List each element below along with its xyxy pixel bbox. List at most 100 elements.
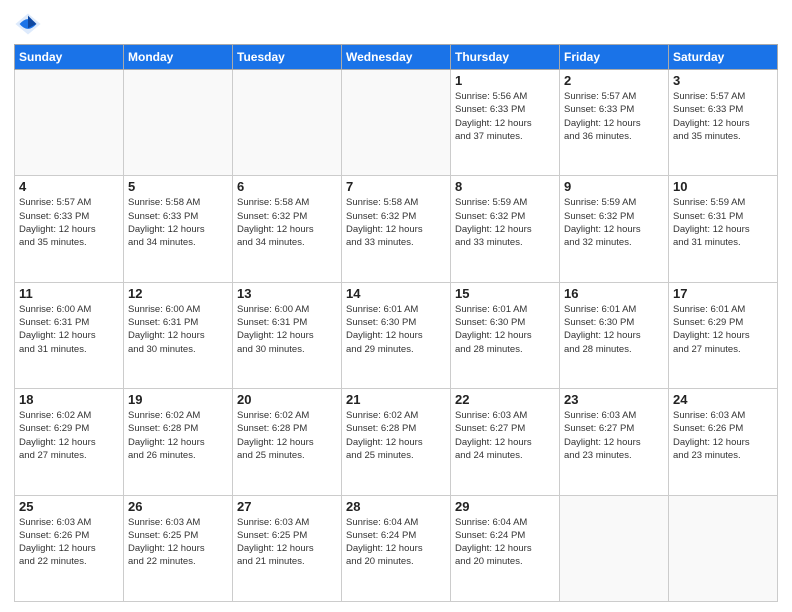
day-number: 16 [564,286,664,301]
calendar-cell: 14 Sunrise: 6:01 AM Sunset: 6:30 PM Dayli… [342,282,451,388]
weekday-header-sunday: Sunday [15,45,124,70]
calendar-cell: 26 Sunrise: 6:03 AM Sunset: 6:25 PM Dayli… [124,495,233,601]
calendar-cell [669,495,778,601]
day-info: Sunrise: 6:03 AM Sunset: 6:25 PM Dayligh… [237,516,337,569]
day-info: Sunrise: 6:01 AM Sunset: 6:29 PM Dayligh… [673,303,773,356]
weekday-header-row: SundayMondayTuesdayWednesdayThursdayFrid… [15,45,778,70]
calendar-cell [15,70,124,176]
day-number: 17 [673,286,773,301]
day-info: Sunrise: 6:01 AM Sunset: 6:30 PM Dayligh… [564,303,664,356]
day-info: Sunrise: 6:03 AM Sunset: 6:26 PM Dayligh… [673,409,773,462]
day-info: Sunrise: 5:57 AM Sunset: 6:33 PM Dayligh… [673,90,773,143]
calendar-cell: 4 Sunrise: 5:57 AM Sunset: 6:33 PM Daylig… [15,176,124,282]
day-number: 13 [237,286,337,301]
day-info: Sunrise: 5:58 AM Sunset: 6:32 PM Dayligh… [237,196,337,249]
calendar-cell [233,70,342,176]
day-info: Sunrise: 5:57 AM Sunset: 6:33 PM Dayligh… [564,90,664,143]
day-number: 21 [346,392,446,407]
day-number: 11 [19,286,119,301]
day-number: 7 [346,179,446,194]
calendar-cell: 9 Sunrise: 5:59 AM Sunset: 6:32 PM Daylig… [560,176,669,282]
day-number: 10 [673,179,773,194]
day-info: Sunrise: 5:58 AM Sunset: 6:33 PM Dayligh… [128,196,228,249]
day-number: 23 [564,392,664,407]
day-number: 14 [346,286,446,301]
weekday-header-monday: Monday [124,45,233,70]
weekday-header-wednesday: Wednesday [342,45,451,70]
calendar-cell: 15 Sunrise: 6:01 AM Sunset: 6:30 PM Dayli… [451,282,560,388]
day-number: 1 [455,73,555,88]
day-info: Sunrise: 5:56 AM Sunset: 6:33 PM Dayligh… [455,90,555,143]
calendar-cell: 6 Sunrise: 5:58 AM Sunset: 6:32 PM Daylig… [233,176,342,282]
calendar-week-5: 25 Sunrise: 6:03 AM Sunset: 6:26 PM Dayli… [15,495,778,601]
calendar-cell: 23 Sunrise: 6:03 AM Sunset: 6:27 PM Dayli… [560,389,669,495]
day-info: Sunrise: 6:04 AM Sunset: 6:24 PM Dayligh… [455,516,555,569]
day-number: 15 [455,286,555,301]
calendar-cell: 19 Sunrise: 6:02 AM Sunset: 6:28 PM Dayli… [124,389,233,495]
calendar-cell: 10 Sunrise: 5:59 AM Sunset: 6:31 PM Dayli… [669,176,778,282]
calendar-cell: 27Sunrise: 6:03 AM Sunset: 6:25 PM Dayli… [233,495,342,601]
calendar-cell [560,495,669,601]
day-number: 12 [128,286,228,301]
calendar-cell: 11 Sunrise: 6:00 AM Sunset: 6:31 PM Dayli… [15,282,124,388]
day-info: Sunrise: 5:58 AM Sunset: 6:32 PM Dayligh… [346,196,446,249]
weekday-header-saturday: Saturday [669,45,778,70]
calendar-cell: 22 Sunrise: 6:03 AM Sunset: 6:27 PM Dayli… [451,389,560,495]
calendar-cell: 2 Sunrise: 5:57 AM Sunset: 6:33 PM Daylig… [560,70,669,176]
day-number: 18 [19,392,119,407]
calendar-cell: 7 Sunrise: 5:58 AM Sunset: 6:32 PM Daylig… [342,176,451,282]
calendar-cell: 18 Sunrise: 6:02 AM Sunset: 6:29 PM Dayli… [15,389,124,495]
day-info: Sunrise: 6:02 AM Sunset: 6:29 PM Dayligh… [19,409,119,462]
day-number: 6 [237,179,337,194]
calendar-cell: 17 Sunrise: 6:01 AM Sunset: 6:29 PM Dayli… [669,282,778,388]
calendar-table: SundayMondayTuesdayWednesdayThursdayFrid… [14,44,778,602]
calendar-cell: 3 Sunrise: 5:57 AM Sunset: 6:33 PM Daylig… [669,70,778,176]
day-info: Sunrise: 6:00 AM Sunset: 6:31 PM Dayligh… [19,303,119,356]
calendar-week-3: 11 Sunrise: 6:00 AM Sunset: 6:31 PM Dayli… [15,282,778,388]
day-number: 29 [455,499,555,514]
day-number: 20 [237,392,337,407]
calendar-cell: 20 Sunrise: 6:02 AM Sunset: 6:28 PM Dayli… [233,389,342,495]
calendar-cell: 8Sunrise: 5:59 AM Sunset: 6:32 PM Daylig… [451,176,560,282]
day-info: Sunrise: 6:03 AM Sunset: 6:25 PM Dayligh… [128,516,228,569]
day-info: Sunrise: 5:59 AM Sunset: 6:31 PM Dayligh… [673,196,773,249]
calendar-cell: 28Sunrise: 6:04 AM Sunset: 6:24 PM Dayli… [342,495,451,601]
day-info: Sunrise: 5:57 AM Sunset: 6:33 PM Dayligh… [19,196,119,249]
calendar-cell: 24 Sunrise: 6:03 AM Sunset: 6:26 PM Dayli… [669,389,778,495]
calendar-cell: 13 Sunrise: 6:00 AM Sunset: 6:31 PM Dayli… [233,282,342,388]
calendar-cell: 25 Sunrise: 6:03 AM Sunset: 6:26 PM Dayli… [15,495,124,601]
calendar-cell: 29 Sunrise: 6:04 AM Sunset: 6:24 PM Dayli… [451,495,560,601]
day-info: Sunrise: 6:02 AM Sunset: 6:28 PM Dayligh… [128,409,228,462]
day-info: Sunrise: 6:02 AM Sunset: 6:28 PM Dayligh… [346,409,446,462]
day-info: Sunrise: 5:59 AM Sunset: 6:32 PM Dayligh… [455,196,555,249]
day-number: 3 [673,73,773,88]
weekday-header-friday: Friday [560,45,669,70]
day-info: Sunrise: 6:03 AM Sunset: 6:27 PM Dayligh… [455,409,555,462]
weekday-header-tuesday: Tuesday [233,45,342,70]
day-info: Sunrise: 6:02 AM Sunset: 6:28 PM Dayligh… [237,409,337,462]
calendar-cell: 16 Sunrise: 6:01 AM Sunset: 6:30 PM Dayli… [560,282,669,388]
day-number: 22 [455,392,555,407]
day-info: Sunrise: 6:01 AM Sunset: 6:30 PM Dayligh… [455,303,555,356]
day-info: Sunrise: 6:04 AM Sunset: 6:24 PM Dayligh… [346,516,446,569]
day-number: 2 [564,73,664,88]
page: SundayMondayTuesdayWednesdayThursdayFrid… [0,0,792,612]
logo [14,10,46,38]
logo-icon [14,10,42,38]
day-info: Sunrise: 6:03 AM Sunset: 6:26 PM Dayligh… [19,516,119,569]
weekday-header-thursday: Thursday [451,45,560,70]
day-info: Sunrise: 6:03 AM Sunset: 6:27 PM Dayligh… [564,409,664,462]
day-number: 19 [128,392,228,407]
calendar-cell: 1 Sunrise: 5:56 AM Sunset: 6:33 PM Daylig… [451,70,560,176]
day-info: Sunrise: 5:59 AM Sunset: 6:32 PM Dayligh… [564,196,664,249]
day-info: Sunrise: 6:00 AM Sunset: 6:31 PM Dayligh… [237,303,337,356]
day-info: Sunrise: 6:01 AM Sunset: 6:30 PM Dayligh… [346,303,446,356]
day-number: 9 [564,179,664,194]
day-number: 25 [19,499,119,514]
day-number: 26 [128,499,228,514]
calendar-cell: 21 Sunrise: 6:02 AM Sunset: 6:28 PM Dayli… [342,389,451,495]
calendar-week-4: 18 Sunrise: 6:02 AM Sunset: 6:29 PM Dayli… [15,389,778,495]
day-number: 24 [673,392,773,407]
day-number: 4 [19,179,119,194]
day-info: Sunrise: 6:00 AM Sunset: 6:31 PM Dayligh… [128,303,228,356]
